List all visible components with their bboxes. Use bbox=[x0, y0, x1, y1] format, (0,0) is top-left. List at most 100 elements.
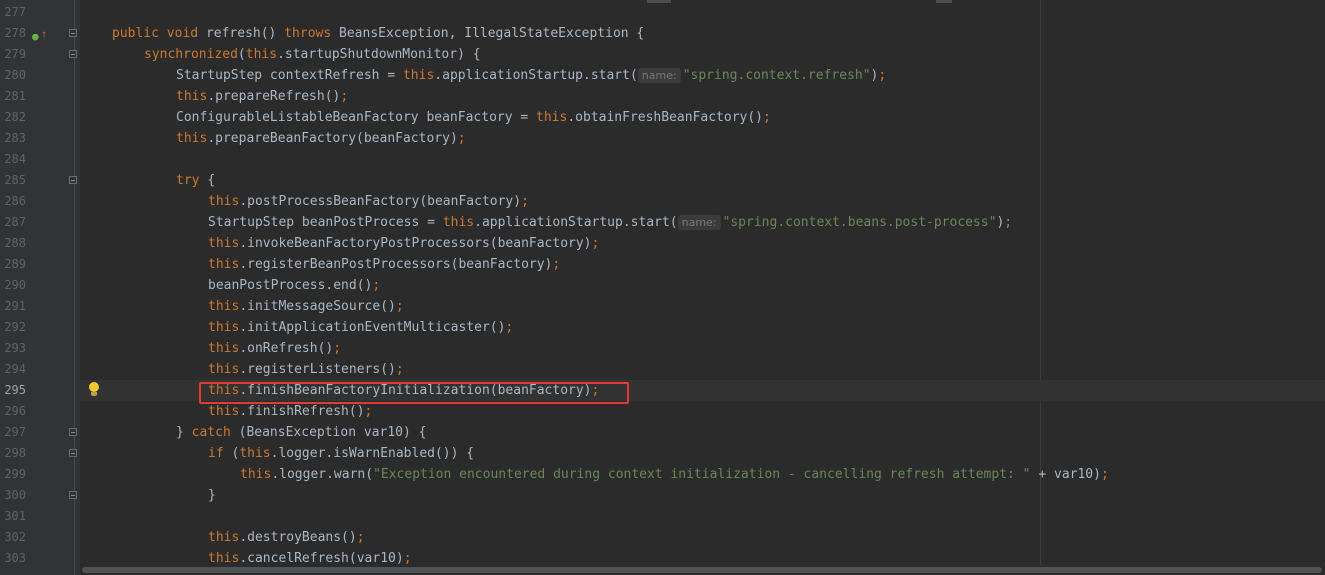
code-line[interactable]: 299 this.logger.warn("Exception encounter… bbox=[0, 464, 1325, 485]
code-text[interactable]: try { bbox=[176, 170, 215, 191]
line-number[interactable]: 301 bbox=[0, 506, 26, 527]
code-text[interactable]: ConfigurableListableBeanFactory beanFact… bbox=[176, 107, 771, 128]
code-line[interactable]: 296 this.finishRefresh(); bbox=[0, 401, 1325, 422]
code-token: .logger.warn( bbox=[271, 467, 374, 482]
line-number[interactable]: 282 bbox=[0, 107, 26, 128]
code-line[interactable]: 290 beanPostProcess.end(); bbox=[0, 275, 1325, 296]
code-text[interactable]: this.invokeBeanFactoryPostProcessors(bea… bbox=[208, 233, 599, 254]
horizontal-scrollbar[interactable] bbox=[80, 565, 1325, 575]
code-line[interactable]: 283 this.prepareBeanFactory(beanFactory); bbox=[0, 128, 1325, 149]
code-line[interactable]: 292 this.initApplicationEventMulticaster(… bbox=[0, 317, 1325, 338]
code-line[interactable]: 277 bbox=[0, 2, 1325, 23]
code-text[interactable]: } catch (BeansException var10) { bbox=[176, 422, 426, 443]
line-number[interactable]: 298 bbox=[0, 443, 26, 464]
code-text[interactable]: this.onRefresh(); bbox=[208, 338, 341, 359]
code-token: "spring.context.refresh" bbox=[682, 68, 871, 83]
code-token: .applicationStartup.start( bbox=[474, 215, 678, 230]
code-line[interactable]: 278 ● ↑ public void refresh() throws BeansE… bbox=[0, 23, 1325, 44]
code-token: this bbox=[442, 215, 475, 230]
line-number[interactable]: 289 bbox=[0, 254, 26, 275]
line-number[interactable]: 285 bbox=[0, 170, 26, 191]
code-token: .prepareBeanFactory(beanFactory) bbox=[207, 131, 458, 146]
code-token: .finishRefresh() bbox=[239, 404, 365, 419]
line-number[interactable]: 287 bbox=[0, 212, 26, 233]
fold-toggle-icon[interactable] bbox=[69, 29, 77, 37]
line-number[interactable]: 291 bbox=[0, 296, 26, 317]
line-number[interactable]: 277 bbox=[0, 2, 26, 23]
code-line[interactable]: 298 if (this.logger.isWarnEnabled()) { bbox=[0, 443, 1325, 464]
line-number[interactable]: 297 bbox=[0, 422, 26, 443]
code-line[interactable]: 282 ConfigurableListableBeanFactory beanF… bbox=[0, 107, 1325, 128]
line-number[interactable]: 279 bbox=[0, 44, 26, 65]
line-number[interactable]: 302 bbox=[0, 527, 26, 548]
line-number[interactable]: 303 bbox=[0, 548, 26, 569]
line-number[interactable]: 300 bbox=[0, 485, 26, 506]
code-line[interactable]: 300} bbox=[0, 485, 1325, 506]
code-text[interactable]: beanPostProcess.end(); bbox=[208, 275, 380, 296]
code-text[interactable]: this.prepareRefresh(); bbox=[176, 86, 348, 107]
code-line[interactable]: 285 try { bbox=[0, 170, 1325, 191]
line-number[interactable]: 280 bbox=[0, 65, 26, 86]
code-line[interactable]: 286 this.postProcessBeanFactory(beanFacto… bbox=[0, 191, 1325, 212]
fold-toggle-icon[interactable] bbox=[69, 428, 77, 436]
code-line[interactable]: 301 bbox=[0, 506, 1325, 527]
code-line[interactable]: 289 this.registerBeanPostProcessors(beanF… bbox=[0, 254, 1325, 275]
code-token: ; bbox=[1100, 467, 1109, 482]
code-line[interactable]: 284 bbox=[0, 149, 1325, 170]
code-text[interactable]: this.finishRefresh(); bbox=[208, 401, 372, 422]
lightbulb-intention-icon[interactable] bbox=[88, 382, 100, 398]
code-token: this bbox=[208, 320, 240, 335]
line-number[interactable]: 299 bbox=[0, 464, 26, 485]
line-number[interactable]: 284 bbox=[0, 149, 26, 170]
code-token: ; bbox=[372, 278, 381, 293]
code-token: ; bbox=[457, 131, 466, 146]
code-text[interactable]: this.initMessageSource(); bbox=[208, 296, 404, 317]
code-token: .registerBeanPostProcessors(beanFactory) bbox=[239, 257, 553, 272]
override-arrow-icon[interactable]: ↑ bbox=[41, 24, 47, 45]
code-text[interactable]: StartupStep beanPostProcess = this.appli… bbox=[208, 212, 1012, 233]
code-token: } bbox=[208, 488, 216, 503]
code-line[interactable]: 280 StartupStep contextRefresh = this.app… bbox=[0, 65, 1325, 86]
line-number[interactable]: 286 bbox=[0, 191, 26, 212]
code-text[interactable]: public void refresh() throws BeansExcept… bbox=[112, 23, 644, 44]
code-text[interactable]: this.prepareBeanFactory(beanFactory); bbox=[176, 128, 466, 149]
scrollbar-thumb[interactable] bbox=[82, 567, 1322, 573]
code-text[interactable]: if (this.logger.isWarnEnabled()) { bbox=[208, 443, 474, 464]
code-text[interactable]: this.registerBeanPostProcessors(beanFact… bbox=[208, 254, 560, 275]
fold-toggle-icon[interactable] bbox=[69, 50, 77, 58]
code-line[interactable]: 279 synchronized(this.startupShutdownMoni… bbox=[0, 44, 1325, 65]
code-line[interactable]: 302 this.destroyBeans(); bbox=[0, 527, 1325, 548]
code-text[interactable]: synchronized(this.startupShutdownMonitor… bbox=[144, 44, 481, 65]
line-number[interactable]: 295 bbox=[0, 380, 26, 401]
code-text[interactable]: this.destroyBeans(); bbox=[208, 527, 365, 548]
code-token: ; bbox=[505, 320, 514, 335]
code-line[interactable]: 291 this.initMessageSource(); bbox=[0, 296, 1325, 317]
line-number[interactable]: 294 bbox=[0, 359, 26, 380]
fold-toggle-icon[interactable] bbox=[69, 491, 77, 499]
code-text[interactable]: this.registerListeners(); bbox=[208, 359, 404, 380]
code-line[interactable]: 288 this.invokeBeanFactoryPostProcessors(… bbox=[0, 233, 1325, 254]
fold-toggle-icon[interactable] bbox=[69, 449, 77, 457]
line-number[interactable]: 292 bbox=[0, 317, 26, 338]
code-line[interactable]: 297 } catch (BeansException var10) { bbox=[0, 422, 1325, 443]
line-number[interactable]: 293 bbox=[0, 338, 26, 359]
code-text[interactable]: this.postProcessBeanFactory(beanFactory)… bbox=[208, 191, 529, 212]
line-number[interactable]: 296 bbox=[0, 401, 26, 422]
code-token: ; bbox=[356, 530, 365, 545]
code-text[interactable]: } bbox=[208, 485, 216, 506]
line-number[interactable]: 283 bbox=[0, 128, 26, 149]
code-line[interactable]: 294 this.registerListeners(); bbox=[0, 359, 1325, 380]
line-number[interactable]: 278 bbox=[0, 23, 26, 44]
code-text[interactable]: this.initApplicationEventMulticaster(); bbox=[208, 317, 513, 338]
code-line[interactable]: 287 StartupStep beanPostProcess = this.ap… bbox=[0, 212, 1325, 233]
line-number[interactable]: 288 bbox=[0, 233, 26, 254]
fold-toggle-icon[interactable] bbox=[69, 176, 77, 184]
code-token: synchronized bbox=[144, 47, 238, 62]
code-text[interactable]: StartupStep contextRefresh = this.applic… bbox=[176, 65, 886, 86]
code-token: public bbox=[112, 26, 167, 41]
line-number[interactable]: 290 bbox=[0, 275, 26, 296]
code-line[interactable]: 293 this.onRefresh(); bbox=[0, 338, 1325, 359]
line-number[interactable]: 281 bbox=[0, 86, 26, 107]
code-line[interactable]: 281 this.prepareRefresh(); bbox=[0, 86, 1325, 107]
code-text[interactable]: this.logger.warn("Exception encountered … bbox=[240, 464, 1109, 485]
